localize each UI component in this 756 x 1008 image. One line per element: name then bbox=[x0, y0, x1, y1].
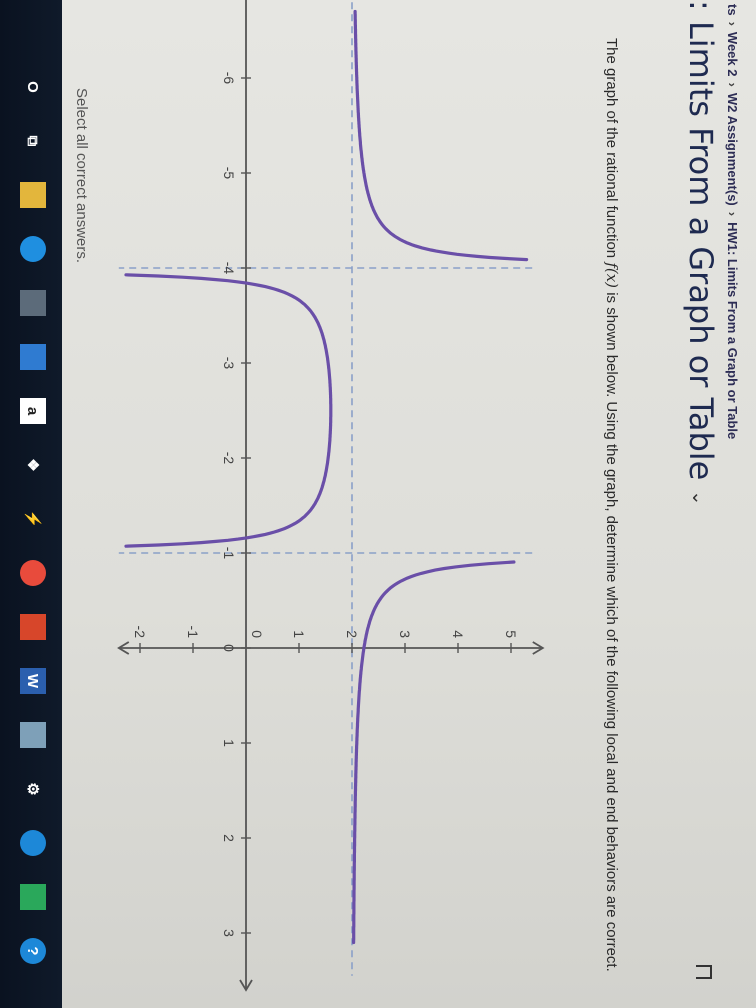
taskbar-item-glyph: O bbox=[24, 81, 42, 93]
left-branch-curve bbox=[353, 9, 529, 262]
select-all-instruction: Select all correct answers. bbox=[73, 88, 90, 264]
x-tick-label: -1 bbox=[221, 547, 237, 560]
taskbar-item-glyph: ⧉ bbox=[24, 135, 42, 147]
x-tick-label: 1 bbox=[221, 739, 237, 747]
taskbar-item-glyph: ⚡ bbox=[24, 509, 41, 529]
y-tick-label: -2 bbox=[132, 626, 148, 639]
task-view-icon[interactable]: ⧉ bbox=[20, 128, 46, 154]
x-tick-label: -6 bbox=[221, 72, 237, 85]
help-icon[interactable]: ? bbox=[20, 938, 46, 964]
maps-icon[interactable] bbox=[20, 884, 46, 910]
x-tick-label: 3 bbox=[221, 929, 237, 937]
y-tick-label: 4 bbox=[450, 630, 466, 638]
x-tick-label: -2 bbox=[221, 452, 237, 465]
asymptotes bbox=[118, 0, 533, 976]
middle-branch-curve bbox=[124, 273, 333, 548]
y-tick-label: 2 bbox=[344, 630, 360, 638]
circle-icon[interactable]: O bbox=[20, 74, 46, 100]
word-icon[interactable]: W bbox=[20, 668, 46, 694]
x-tick-label: -5 bbox=[221, 167, 237, 180]
rational-function-graph: -6 -5 -4 -3 -2 -1 0 1 2 3 -2 -1 1 2 3 4 5 0 bbox=[117, 0, 545, 992]
axes bbox=[117, 0, 545, 992]
rotated-page: ts›Week 2›W2 Assignment(s)›HW1: Limits F… bbox=[0, 0, 756, 1008]
x-tick-label: 2 bbox=[221, 834, 237, 842]
mail-icon[interactable] bbox=[20, 344, 46, 370]
bolt-icon[interactable]: ⚡ bbox=[20, 506, 46, 532]
store-icon[interactable] bbox=[20, 290, 46, 316]
x-tick-label: 0 bbox=[221, 644, 237, 652]
taskbar-item-glyph: ❖ bbox=[24, 458, 41, 472]
taskbar: O ⧉ a ❖ ⚡ W ⚙? bbox=[0, 0, 62, 1008]
photos-icon[interactable] bbox=[20, 722, 46, 748]
origin-label: 0 bbox=[249, 630, 265, 638]
cortana-icon[interactable] bbox=[20, 830, 46, 856]
y-tick-label: 3 bbox=[397, 630, 413, 638]
amazon-icon[interactable]: a bbox=[20, 398, 46, 424]
y-tick-label: 5 bbox=[503, 630, 519, 638]
x-tick-label: -4 bbox=[221, 262, 237, 275]
y-tick-label: -1 bbox=[185, 626, 201, 639]
chrome-icon[interactable] bbox=[20, 560, 46, 586]
taskbar-item-glyph: W bbox=[24, 673, 42, 689]
tick-labels: -6 -5 -4 -3 -2 -1 0 1 2 3 -2 -1 1 2 3 4 5 0 bbox=[132, 72, 519, 937]
taskbar-item-glyph: ⚙ bbox=[24, 782, 41, 796]
dropbox-icon[interactable]: ❖ bbox=[20, 452, 46, 478]
edge-icon[interactable] bbox=[20, 236, 46, 262]
function-curves bbox=[124, 9, 529, 945]
taskbar-item-glyph: a bbox=[24, 406, 42, 416]
folder-icon[interactable] bbox=[20, 182, 46, 208]
x-tick-label: -3 bbox=[221, 357, 237, 370]
y-tick-label: 1 bbox=[291, 630, 307, 638]
taskbar-item-glyph: ? bbox=[24, 946, 42, 956]
office-icon[interactable] bbox=[20, 614, 46, 640]
right-branch-curve bbox=[352, 560, 516, 945]
settings-icon[interactable]: ⚙ bbox=[20, 776, 46, 802]
